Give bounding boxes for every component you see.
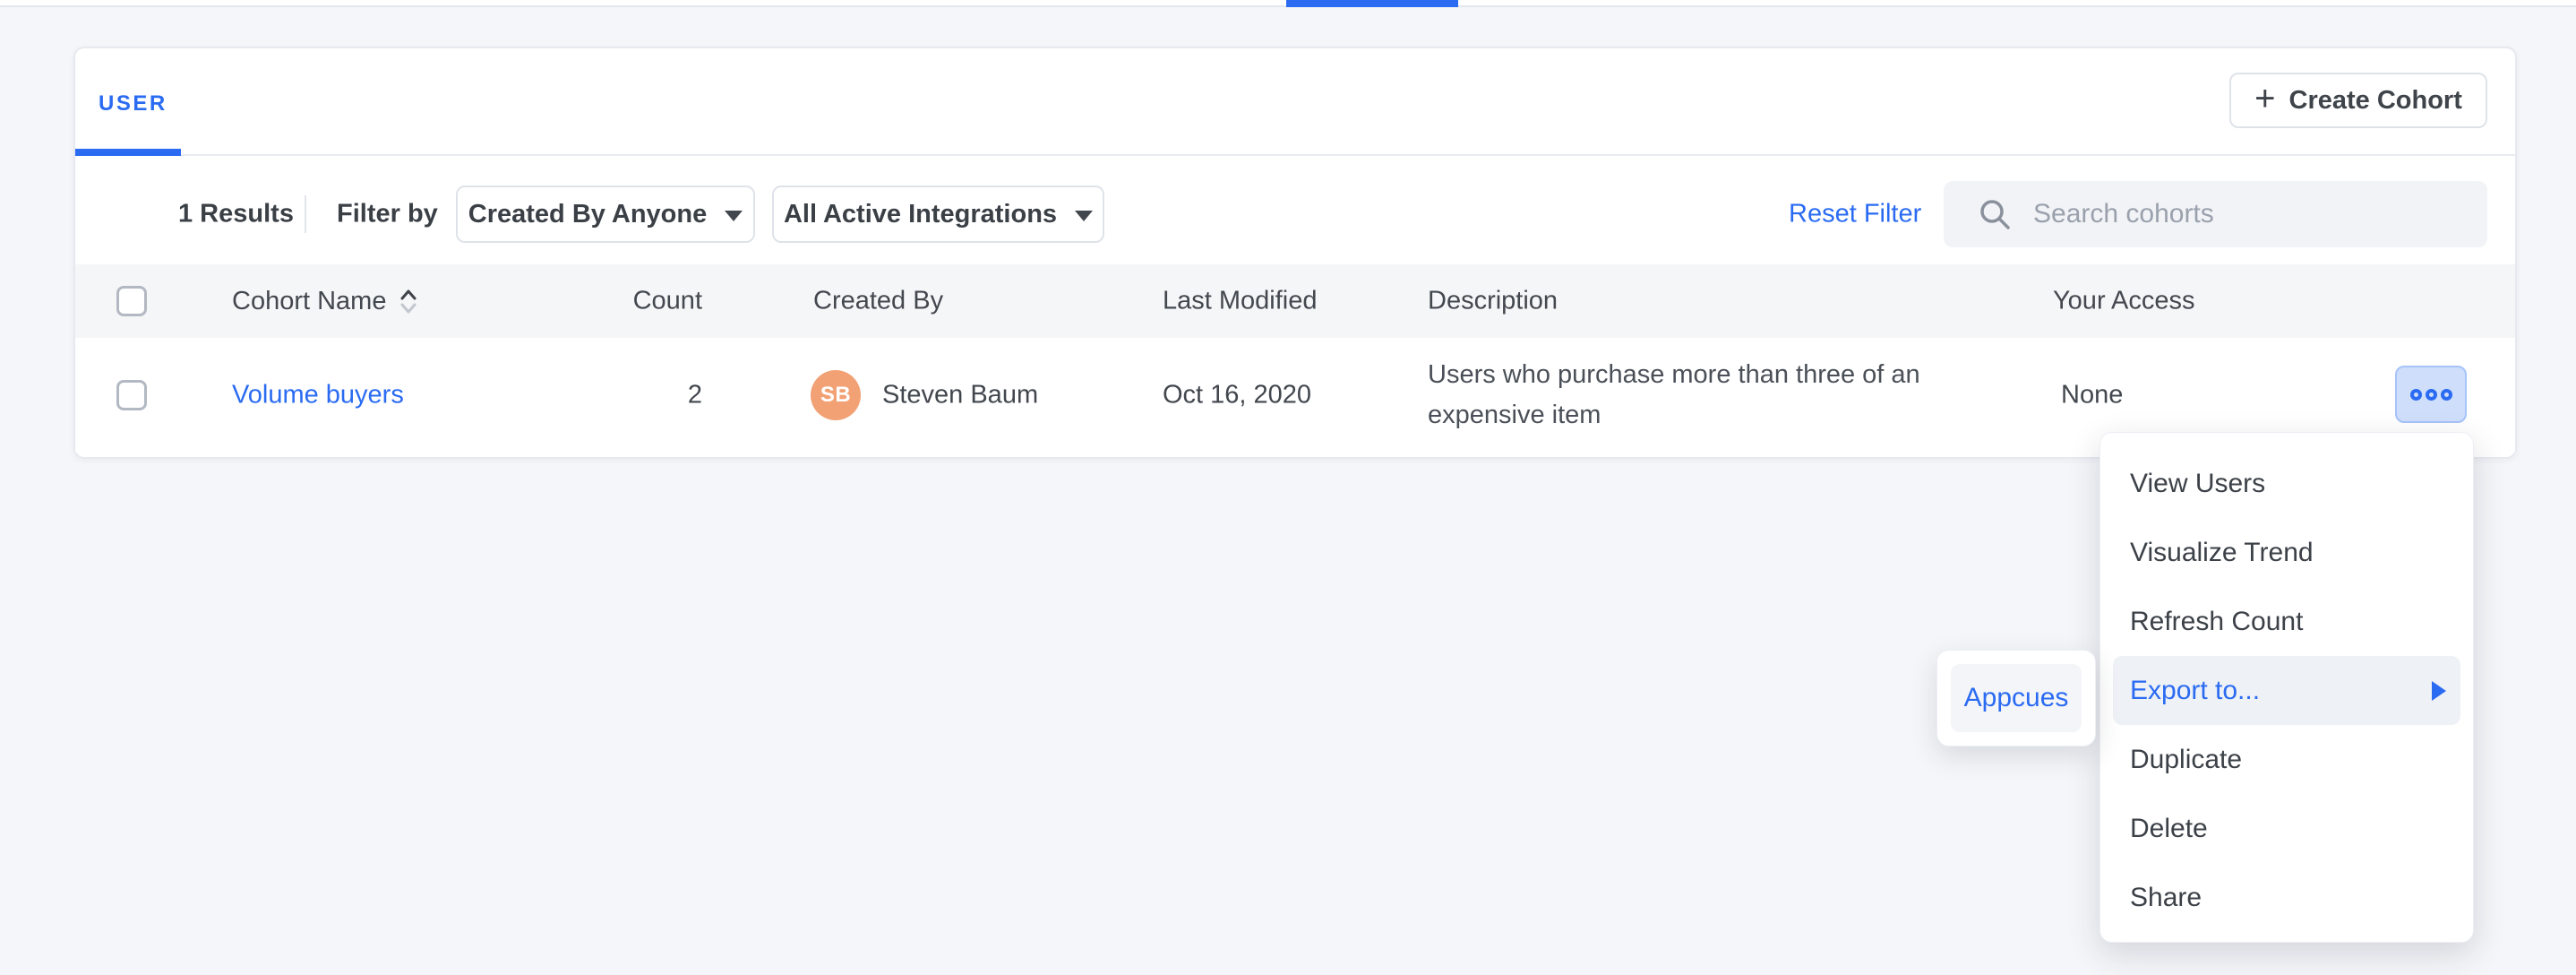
- filter-bar: 1 Results Filter by Created By Anyone Al…: [75, 181, 2515, 247]
- column-header-your-access: Your Access: [2053, 287, 2195, 316]
- select-all-checkbox[interactable]: [116, 286, 147, 316]
- row-actions-button[interactable]: [2395, 366, 2467, 423]
- cohorts-page: USER + Create Cohort 1 Results Filter by…: [0, 0, 2576, 975]
- ellipsis-icon: [2441, 389, 2452, 401]
- ellipsis-icon: [2426, 389, 2437, 401]
- submenu-item-appcues[interactable]: Appcues: [1951, 664, 2082, 732]
- row-context-menu: View Users Visualize Trend Refresh Count…: [2099, 432, 2474, 943]
- table-header: Cohort Name Count Created By Last Modifi…: [75, 264, 2515, 338]
- search-icon: [1978, 197, 2012, 231]
- chevron-down-icon: [725, 211, 743, 221]
- created-by-dropdown-label: Created By Anyone: [468, 200, 707, 229]
- row-checkbox[interactable]: [116, 380, 147, 410]
- menu-item-share[interactable]: Share: [2100, 863, 2473, 932]
- created-by-dropdown[interactable]: Created By Anyone: [456, 186, 755, 243]
- sort-icon: [397, 285, 420, 317]
- export-submenu: Appcues: [1936, 650, 2096, 746]
- menu-item-view-users[interactable]: View Users: [2100, 449, 2473, 518]
- count-cell: 2: [559, 381, 702, 410]
- menu-item-refresh-count[interactable]: Refresh Count: [2100, 587, 2473, 656]
- divider: [305, 195, 306, 233]
- last-modified-cell: Oct 16, 2020: [1163, 381, 1311, 410]
- menu-item-export-to[interactable]: Export to...: [2113, 656, 2460, 725]
- cohorts-card: USER + Create Cohort 1 Results Filter by…: [73, 47, 2517, 459]
- column-header-count: Count: [559, 287, 702, 316]
- results-count: 1 Results: [178, 200, 294, 229]
- search-box[interactable]: [1944, 181, 2487, 247]
- avatar: SB: [811, 370, 861, 420]
- ellipsis-icon: [2410, 389, 2422, 401]
- column-header-last-modified: Last Modified: [1163, 287, 1318, 316]
- create-cohort-button[interactable]: + Create Cohort: [2229, 73, 2487, 128]
- header-divider: [75, 154, 2515, 156]
- tab-user-underline: [75, 149, 181, 156]
- submenu-arrow-icon: [2432, 681, 2446, 701]
- search-input[interactable]: [2031, 198, 2456, 230]
- menu-item-delete[interactable]: Delete: [2100, 794, 2473, 863]
- column-header-cohort-name[interactable]: Cohort Name: [232, 285, 420, 317]
- creator-name-cell: Steven Baum: [882, 381, 1038, 410]
- active-tab-indicator: [1286, 0, 1458, 7]
- column-header-created-by: Created By: [813, 287, 943, 316]
- create-cohort-label: Create Cohort: [2289, 86, 2462, 116]
- menu-item-duplicate[interactable]: Duplicate: [2100, 725, 2473, 794]
- column-header-description: Description: [1428, 287, 1558, 316]
- cohort-name-link[interactable]: Volume buyers: [232, 381, 404, 410]
- chevron-down-icon: [1075, 211, 1093, 221]
- reset-filter-link[interactable]: Reset Filter: [1789, 200, 1921, 229]
- menu-item-visualize-trend[interactable]: Visualize Trend: [2100, 518, 2473, 587]
- your-access-cell: None: [2061, 381, 2123, 410]
- filter-by-label: Filter by: [337, 200, 438, 229]
- integrations-dropdown[interactable]: All Active Integrations: [772, 186, 1104, 243]
- export-to-label: Export to...: [2130, 676, 2260, 706]
- integrations-dropdown-label: All Active Integrations: [784, 200, 1057, 229]
- tab-user[interactable]: USER: [99, 91, 167, 116]
- plus-icon: +: [2254, 81, 2275, 116]
- description-cell: Users who purchase more than three of an…: [1428, 355, 1958, 436]
- cohort-name-header-label: Cohort Name: [232, 287, 386, 316]
